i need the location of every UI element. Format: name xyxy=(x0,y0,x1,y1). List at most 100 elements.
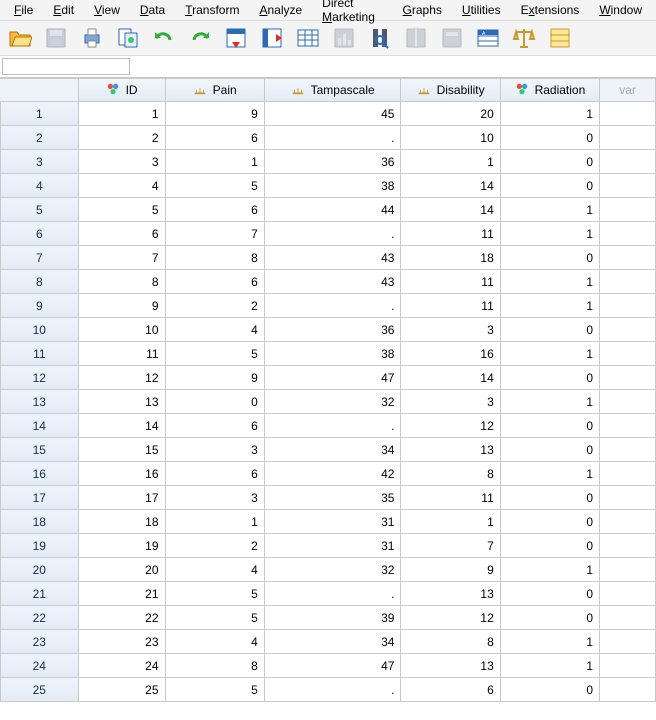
cell-radiation[interactable]: 0 xyxy=(501,582,600,606)
row-header[interactable]: 23 xyxy=(0,630,79,654)
cell-radiation[interactable]: 0 xyxy=(501,126,600,150)
cell-id[interactable]: 19 xyxy=(79,534,166,558)
cell-empty[interactable] xyxy=(600,126,656,150)
cell-id[interactable]: 9 xyxy=(79,294,166,318)
cell-id[interactable]: 11 xyxy=(79,342,166,366)
column-header-id[interactable]: ID xyxy=(79,78,166,102)
cell-tampa[interactable]: 43 xyxy=(265,270,402,294)
row-header[interactable]: 21 xyxy=(0,582,79,606)
cell-empty[interactable] xyxy=(600,678,656,702)
cell-disability[interactable]: 8 xyxy=(401,630,500,654)
cell-id[interactable]: 10 xyxy=(79,318,166,342)
recall-dialogs-icon[interactable] xyxy=(114,24,142,52)
cell-radiation[interactable]: 1 xyxy=(501,270,600,294)
menu-utilities[interactable]: Utilities xyxy=(452,1,511,19)
cell-tampa[interactable]: 47 xyxy=(265,654,402,678)
cell-id[interactable]: 7 xyxy=(79,246,166,270)
cell-tampa[interactable]: 38 xyxy=(265,174,402,198)
row-header[interactable]: 8 xyxy=(0,270,79,294)
cell-radiation[interactable]: 0 xyxy=(501,246,600,270)
cell-radiation[interactable]: 0 xyxy=(501,414,600,438)
column-header-disability[interactable]: Disability xyxy=(401,78,500,102)
cell-tampa[interactable]: 31 xyxy=(265,510,402,534)
cell-empty[interactable] xyxy=(600,246,656,270)
cell-id[interactable]: 12 xyxy=(79,366,166,390)
cell-empty[interactable] xyxy=(600,222,656,246)
cell-id[interactable]: 18 xyxy=(79,510,166,534)
cell-id[interactable]: 6 xyxy=(79,222,166,246)
cell-id[interactable]: 21 xyxy=(79,582,166,606)
cell-radiation[interactable]: 0 xyxy=(501,486,600,510)
cell-pain[interactable]: 9 xyxy=(166,366,265,390)
menu-direct-marketing[interactable]: Direct Marketing xyxy=(312,0,392,26)
row-header[interactable]: 3 xyxy=(0,150,79,174)
cell-disability[interactable]: 3 xyxy=(401,318,500,342)
cell-tampa[interactable]: 32 xyxy=(265,558,402,582)
cell-id[interactable]: 13 xyxy=(79,390,166,414)
menu-window[interactable]: Window xyxy=(589,1,652,19)
row-header[interactable]: 13 xyxy=(0,390,79,414)
cell-empty[interactable] xyxy=(600,102,656,126)
cell-empty[interactable] xyxy=(600,582,656,606)
select-cases-icon[interactable] xyxy=(438,24,466,52)
cell-disability[interactable]: 12 xyxy=(401,606,500,630)
row-header[interactable]: 20 xyxy=(0,558,79,582)
undo-icon[interactable] xyxy=(150,24,178,52)
cell-radiation[interactable]: 0 xyxy=(501,438,600,462)
cell-radiation[interactable]: 1 xyxy=(501,198,600,222)
cell-pain[interactable]: 5 xyxy=(166,174,265,198)
save-icon[interactable] xyxy=(42,24,70,52)
cell-radiation[interactable]: 1 xyxy=(501,630,600,654)
grid-corner[interactable] xyxy=(0,78,79,102)
cell-radiation[interactable]: 0 xyxy=(501,678,600,702)
cell-empty[interactable] xyxy=(600,606,656,630)
cell-radiation[interactable]: 0 xyxy=(501,534,600,558)
cell-id[interactable]: 5 xyxy=(79,198,166,222)
column-header-empty[interactable]: var xyxy=(600,78,656,102)
cell-empty[interactable] xyxy=(600,630,656,654)
cell-disability[interactable]: 11 xyxy=(401,222,500,246)
split-file-icon[interactable] xyxy=(402,24,430,52)
cell-id[interactable]: 14 xyxy=(79,414,166,438)
cell-id[interactable]: 15 xyxy=(79,438,166,462)
run-descriptives-icon[interactable] xyxy=(330,24,358,52)
cell-radiation[interactable]: 0 xyxy=(501,150,600,174)
cell-disability[interactable]: 13 xyxy=(401,438,500,462)
cell-id[interactable]: 8 xyxy=(79,270,166,294)
cell-pain[interactable]: 9 xyxy=(166,102,265,126)
goto-case-icon[interactable] xyxy=(222,24,250,52)
cell-pain[interactable]: 3 xyxy=(166,486,265,510)
menu-analyze[interactable]: Analyze xyxy=(249,1,312,19)
cell-id[interactable]: 3 xyxy=(79,150,166,174)
cell-empty[interactable] xyxy=(600,150,656,174)
cell-pain[interactable]: 6 xyxy=(166,198,265,222)
cell-tampa[interactable]: . xyxy=(265,294,402,318)
cell-editor-input[interactable] xyxy=(2,58,130,75)
row-header[interactable]: 15 xyxy=(0,438,79,462)
cell-radiation[interactable]: 0 xyxy=(501,318,600,342)
cell-id[interactable]: 1 xyxy=(79,102,166,126)
row-header[interactable]: 9 xyxy=(0,294,79,318)
cell-radiation[interactable]: 1 xyxy=(501,654,600,678)
cell-disability[interactable]: 7 xyxy=(401,534,500,558)
cell-pain[interactable]: 5 xyxy=(166,606,265,630)
cell-pain[interactable]: 2 xyxy=(166,294,265,318)
row-header[interactable]: 18 xyxy=(0,510,79,534)
cell-disability[interactable]: 11 xyxy=(401,294,500,318)
cell-pain[interactable]: 4 xyxy=(166,558,265,582)
redo-icon[interactable] xyxy=(186,24,214,52)
cell-pain[interactable]: 8 xyxy=(166,246,265,270)
row-header[interactable]: 5 xyxy=(0,198,79,222)
cell-disability[interactable]: 9 xyxy=(401,558,500,582)
row-header[interactable]: 7 xyxy=(0,246,79,270)
cell-disability[interactable]: 12 xyxy=(401,414,500,438)
cell-radiation[interactable]: 1 xyxy=(501,222,600,246)
cell-disability[interactable]: 3 xyxy=(401,390,500,414)
cell-id[interactable]: 24 xyxy=(79,654,166,678)
cell-empty[interactable] xyxy=(600,438,656,462)
cell-pain[interactable]: 3 xyxy=(166,438,265,462)
row-header[interactable]: 12 xyxy=(0,366,79,390)
cell-tampa[interactable]: 31 xyxy=(265,534,402,558)
cell-disability[interactable]: 13 xyxy=(401,654,500,678)
row-header[interactable]: 2 xyxy=(0,126,79,150)
